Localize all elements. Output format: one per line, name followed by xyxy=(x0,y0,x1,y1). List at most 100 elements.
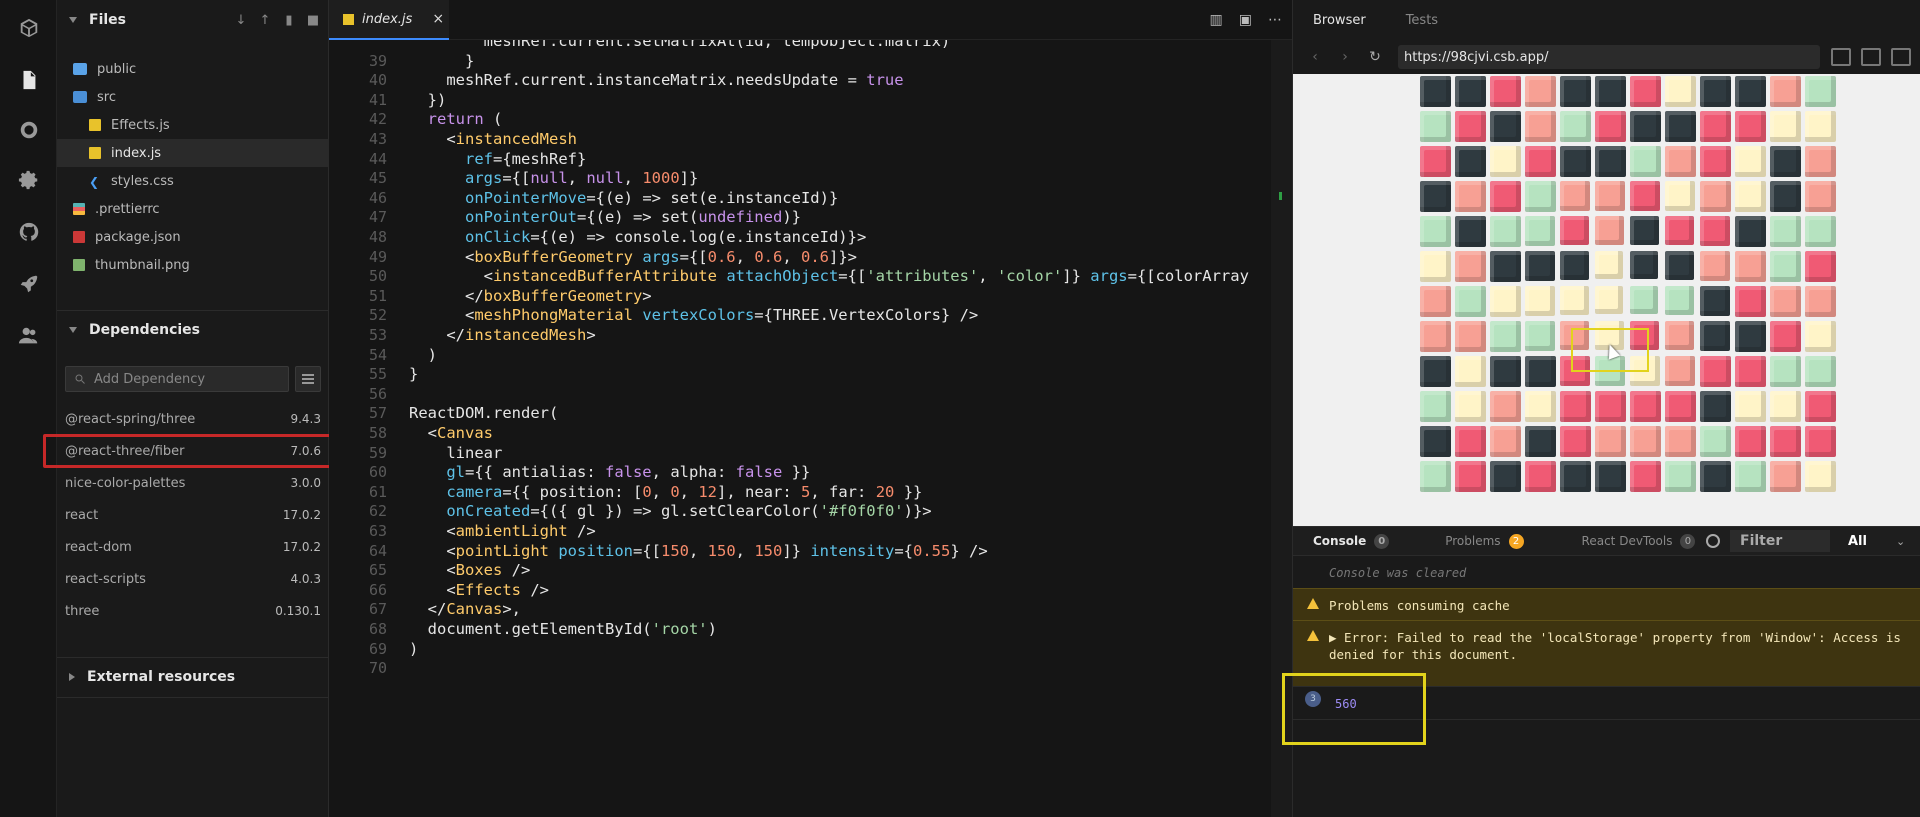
instanced-box[interactable] xyxy=(1700,286,1730,316)
instanced-box[interactable] xyxy=(1455,391,1486,422)
instanced-box[interactable] xyxy=(1560,76,1591,107)
instanced-box[interactable] xyxy=(1420,321,1451,352)
instanced-box[interactable] xyxy=(1525,461,1556,492)
code-line[interactable]: ) xyxy=(409,640,418,658)
instanced-box[interactable] xyxy=(1490,286,1521,317)
instanced-box[interactable] xyxy=(1770,111,1801,142)
instanced-box[interactable] xyxy=(1420,76,1451,107)
code-line[interactable]: linear xyxy=(409,444,502,462)
instanced-box[interactable] xyxy=(1735,356,1766,387)
dependency-row[interactable]: react-dom 17.0.2 xyxy=(57,531,329,563)
instanced-box[interactable] xyxy=(1420,181,1451,212)
instanced-box[interactable] xyxy=(1420,251,1451,282)
instanced-box[interactable] xyxy=(1525,76,1556,107)
instanced-box[interactable] xyxy=(1700,111,1731,142)
instanced-box[interactable] xyxy=(1770,216,1801,247)
more-options-icon[interactable]: ⋯ xyxy=(1268,12,1282,28)
instanced-box[interactable] xyxy=(1525,391,1556,422)
dependency-row[interactable]: react 17.0.2 xyxy=(57,499,329,531)
dependency-version[interactable]: 4.0.3 xyxy=(290,572,321,586)
instanced-box[interactable] xyxy=(1805,356,1836,387)
instanced-box[interactable] xyxy=(1560,461,1591,492)
log-level-select[interactable]: All xyxy=(1848,534,1867,549)
instanced-box[interactable] xyxy=(1700,146,1731,177)
code-line[interactable]: meshRef.current.setMatrixAt(id, tempObje… xyxy=(409,40,951,50)
dependencies-section-header[interactable]: Dependencies xyxy=(57,310,329,350)
code-line[interactable]: <ambientLight /> xyxy=(409,522,595,540)
instanced-box[interactable] xyxy=(1770,391,1801,422)
dependency-version[interactable]: 3.0.0 xyxy=(290,476,321,490)
instanced-box[interactable] xyxy=(1805,321,1836,352)
instanced-box[interactable] xyxy=(1455,111,1486,142)
instanced-box[interactable] xyxy=(1805,286,1836,317)
instanced-box[interactable] xyxy=(1595,216,1624,245)
code-line[interactable]: <boxBufferGeometry args={[0.6, 0.6, 0.6]… xyxy=(409,248,857,266)
instanced-box[interactable] xyxy=(1420,461,1451,492)
instanced-box[interactable] xyxy=(1700,391,1731,422)
instanced-box[interactable] xyxy=(1735,461,1766,492)
instanced-box[interactable] xyxy=(1560,426,1591,457)
tab-browser[interactable]: Browser xyxy=(1293,13,1386,28)
instanced-box[interactable] xyxy=(1770,356,1801,387)
instanced-box[interactable] xyxy=(1770,321,1801,352)
instanced-box[interactable] xyxy=(1665,391,1696,422)
code-line[interactable]: return ( xyxy=(409,110,503,128)
code-line[interactable]: onClick={(e) => console.log(e.instanceId… xyxy=(409,228,866,246)
instanced-box[interactable] xyxy=(1595,251,1623,279)
instanced-box[interactable] xyxy=(1665,286,1694,315)
code-line[interactable]: </Canvas>, xyxy=(409,600,521,618)
dependency-version[interactable]: 0.130.1 xyxy=(275,604,321,618)
code-line[interactable]: <meshPhongMaterial vertexColors={THREE.V… xyxy=(409,306,978,324)
instanced-box[interactable] xyxy=(1805,391,1836,422)
instanced-box[interactable] xyxy=(1805,76,1836,107)
instanced-box[interactable] xyxy=(1805,251,1836,282)
instanced-box[interactable] xyxy=(1700,321,1730,351)
code-line[interactable]: <instancedMesh xyxy=(409,130,577,148)
instanced-box[interactable] xyxy=(1770,286,1801,317)
instanced-box[interactable] xyxy=(1455,321,1486,352)
instanced-box[interactable] xyxy=(1490,356,1521,387)
instanced-box[interactable] xyxy=(1525,286,1555,316)
instanced-box[interactable] xyxy=(1595,461,1626,492)
instanced-box[interactable] xyxy=(1525,216,1555,246)
settings-gear-icon[interactable] xyxy=(0,160,57,200)
instanced-box[interactable] xyxy=(1805,111,1836,142)
instanced-box[interactable] xyxy=(1805,216,1836,247)
instanced-box[interactable] xyxy=(1420,146,1451,177)
instanced-box[interactable] xyxy=(1805,181,1836,212)
instanced-box[interactable] xyxy=(1700,76,1731,107)
tree-item-src[interactable]: src xyxy=(57,83,329,111)
tree-item-prettierrc[interactable]: .prettierrc xyxy=(57,195,329,223)
instanced-box[interactable] xyxy=(1420,426,1451,457)
instanced-box[interactable] xyxy=(1490,251,1521,282)
code-line[interactable]: <Effects /> xyxy=(409,581,549,599)
instanced-box[interactable] xyxy=(1630,391,1661,422)
instanced-box[interactable] xyxy=(1735,426,1766,457)
instanced-box[interactable] xyxy=(1420,286,1451,317)
dependency-row[interactable]: three 0.130.1 xyxy=(57,595,329,627)
preview-window-icon[interactable]: ▣ xyxy=(1239,12,1252,28)
devtools-icon[interactable] xyxy=(1831,48,1851,66)
dependency-version[interactable]: 9.4.3 xyxy=(290,412,321,426)
close-tab-icon[interactable]: × xyxy=(432,11,444,27)
instanced-box[interactable] xyxy=(1735,76,1766,107)
dependency-row[interactable]: @react-spring/three 9.4.3 xyxy=(57,403,329,435)
instanced-box[interactable] xyxy=(1665,426,1696,457)
instanced-box[interactable] xyxy=(1665,216,1695,246)
instanced-box[interactable] xyxy=(1525,426,1556,457)
instanced-box[interactable] xyxy=(1490,426,1521,457)
instanced-box[interactable] xyxy=(1560,286,1589,315)
instanced-box[interactable] xyxy=(1560,216,1590,246)
instanced-box[interactable] xyxy=(1595,286,1623,314)
explorer-icon[interactable] xyxy=(0,60,57,100)
dependency-menu-button[interactable] xyxy=(295,366,321,392)
instanced-box[interactable] xyxy=(1805,146,1836,177)
instanced-box[interactable] xyxy=(1420,356,1451,387)
instanced-box[interactable] xyxy=(1595,146,1626,177)
tab-tests[interactable]: Tests xyxy=(1386,13,1458,28)
instanced-box[interactable] xyxy=(1665,251,1694,280)
instanced-box[interactable] xyxy=(1595,111,1626,142)
github-icon[interactable] xyxy=(0,212,57,252)
instanced-box[interactable] xyxy=(1630,461,1661,492)
search-icon[interactable] xyxy=(0,110,57,150)
